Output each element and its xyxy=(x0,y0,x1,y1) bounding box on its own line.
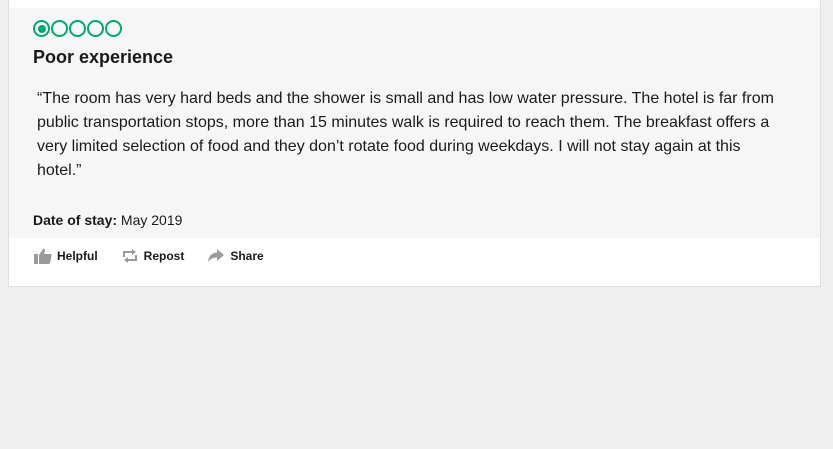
helpful-button[interactable]: Helpful xyxy=(33,247,98,265)
review-body: Poor experience “The room has very hard … xyxy=(9,8,820,238)
share-arrow-icon xyxy=(206,247,226,265)
repost-label: Repost xyxy=(143,249,185,263)
review-card: Poor experience “The room has very hard … xyxy=(8,0,821,287)
rating-bubble-filled-icon xyxy=(33,20,50,37)
review-text: “The room has very hard beds and the sho… xyxy=(37,90,774,179)
share-label: Share xyxy=(230,249,264,263)
rating-bubble-empty-icon xyxy=(105,20,122,37)
repost-icon xyxy=(120,247,140,265)
share-button[interactable]: Share xyxy=(206,247,264,265)
rating-bubbles xyxy=(33,20,123,38)
review-actions: Helpful Repost Share xyxy=(33,245,286,267)
thumbs-up-icon xyxy=(33,247,53,265)
date-of-stay-label: Date of stay: xyxy=(33,212,118,228)
rating-bubble-empty-icon xyxy=(87,20,104,37)
rating-bubble-empty-icon xyxy=(51,20,68,37)
repost-button[interactable]: Repost xyxy=(120,247,185,265)
date-of-stay: Date of stay: May 2019 xyxy=(33,212,182,228)
helpful-label: Helpful xyxy=(57,249,98,263)
date-of-stay-value: May 2019 xyxy=(120,212,183,228)
rating-bubble-empty-icon xyxy=(69,20,86,37)
review-title: Poor experience xyxy=(33,47,174,67)
